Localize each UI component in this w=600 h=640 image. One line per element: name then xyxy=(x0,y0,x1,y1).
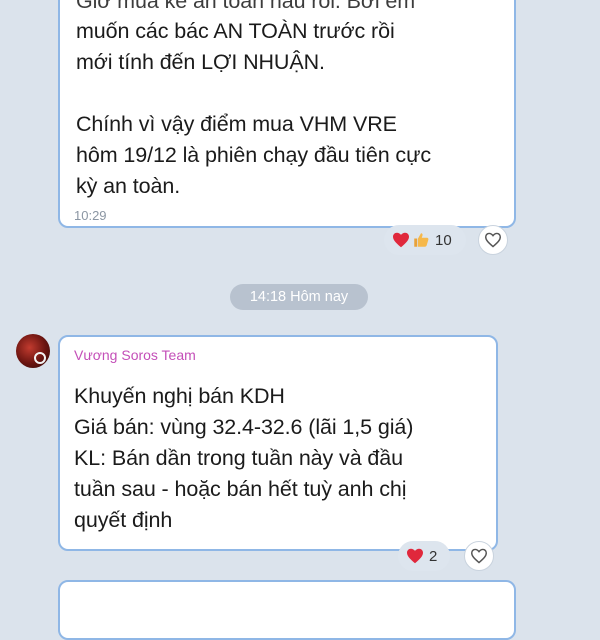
message-bubble-3[interactable] xyxy=(58,580,516,640)
heart-outline-icon xyxy=(470,548,488,564)
message-bubble-2[interactable]: Vương Soros Team Khuyến nghị bán KDH Giá… xyxy=(58,335,498,551)
message-text-partial: Giờ mua kể an toàn hầu rồi. Bởi em xyxy=(76,0,416,13)
heart-emoji-icon xyxy=(407,548,423,564)
reaction-count: 10 xyxy=(435,231,452,249)
thumbs-up-emoji-icon xyxy=(414,233,429,247)
message-text: muốn các bác AN TOÀN trước rồi mới tính … xyxy=(76,19,432,198)
avatar-badge-icon xyxy=(34,352,46,364)
message-text: Khuyến nghị bán KDH Giá bán: vùng 32.4-3… xyxy=(74,384,414,532)
avatar[interactable] xyxy=(16,334,50,368)
react-button-2[interactable] xyxy=(464,541,494,571)
message-bubble-1[interactable]: Giờ mua kể an toàn hầu rồi. Bởi em muốn … xyxy=(58,0,516,228)
reaction-pill-1[interactable]: 10 xyxy=(384,225,466,255)
reaction-pill-2[interactable]: 2 xyxy=(398,541,450,571)
reaction-count: 2 xyxy=(429,547,438,565)
sender-name[interactable]: Vương Soros Team xyxy=(74,347,196,363)
date-separator: 14:18 Hôm nay xyxy=(230,284,368,310)
heart-outline-icon xyxy=(484,232,502,248)
react-button-1[interactable] xyxy=(478,225,508,255)
heart-emoji-icon xyxy=(393,232,409,248)
message-time: 10:29 xyxy=(74,208,107,223)
